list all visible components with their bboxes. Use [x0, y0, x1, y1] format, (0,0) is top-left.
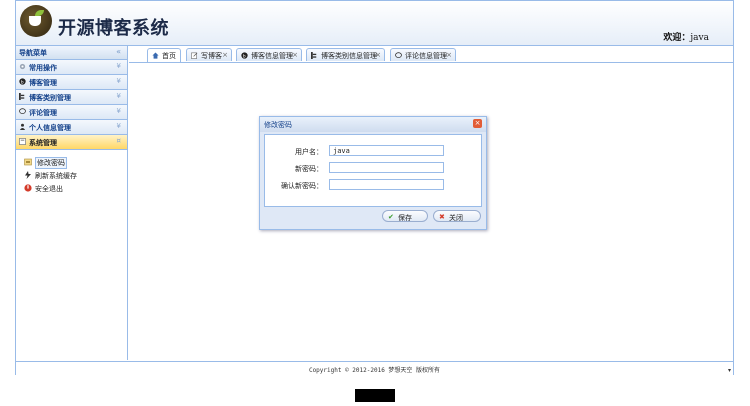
write-icon [191, 52, 198, 59]
sidebar-title: 导航菜单 [19, 49, 47, 57]
welcome-user: java [690, 33, 709, 43]
blog-icon: b [19, 78, 26, 85]
system-submenu: 修改密码 刷新系统缓存 安全退出 [16, 150, 127, 195]
refresh-icon [25, 171, 31, 179]
confirm-password-field[interactable] [329, 179, 444, 190]
sidebar-section-category[interactable]: 博客类别管理 ¥ [16, 90, 127, 105]
category-icon [19, 93, 25, 100]
sidebar-item-label: 刷新系统缓存 [35, 172, 77, 180]
sidebar-section-system[interactable]: 系统管理 ¤ [16, 135, 127, 150]
redaction-block [355, 389, 395, 402]
comment-icon [19, 108, 26, 114]
username-label: 用户名： [295, 148, 323, 156]
dialog-title: 修改密码 [264, 121, 292, 129]
tab-label: 评论信息管理 [405, 52, 447, 60]
logo-icon [20, 5, 52, 37]
confirm-password-label: 确认新密码： [281, 182, 323, 190]
sidebar-section-profile[interactable]: 个人信息管理 ¥ [16, 120, 127, 135]
user-icon [19, 123, 26, 130]
sidebar-item-logout[interactable]: 安全退出 [24, 182, 127, 195]
tab-label: 写博客 [201, 52, 222, 60]
cancel-icon: ✖ [439, 213, 445, 221]
footer: Copyright © 2012-2016 梦想天空 版权所有 ▾ [16, 361, 733, 376]
new-password-label: 新密码： [295, 165, 323, 173]
sidebar-section-label: 博客管理 [29, 79, 57, 87]
new-password-field[interactable] [329, 162, 444, 173]
blog-icon: b [241, 52, 248, 59]
sidebar-item-label: 修改密码 [35, 157, 67, 169]
check-icon: ✔ [388, 213, 394, 221]
category-icon [311, 52, 317, 59]
sidebar-section-blog[interactable]: b 博客管理 ¥ [16, 75, 127, 90]
dialog-header: 修改密码 × [260, 117, 486, 132]
sidebar-section-common[interactable]: 常用操作 ¥ [16, 60, 127, 75]
sidebar-item-refresh-cache[interactable]: 刷新系统缓存 [24, 169, 127, 182]
gear-icon [19, 63, 26, 70]
tab-home[interactable]: 首页 [147, 48, 181, 62]
close-icon[interactable]: × [292, 51, 298, 59]
dialog-form: 用户名： java 新密码： 确认新密码： [264, 134, 482, 207]
tab-write-blog[interactable]: 写博客 × [186, 48, 232, 61]
exit-icon [24, 184, 32, 192]
new-password-row: 新密码： [265, 162, 481, 174]
collapse-left-icon[interactable]: « [116, 47, 121, 56]
sidebar-section-label: 个人信息管理 [29, 124, 71, 132]
chevron-up-icon[interactable]: ¤ [117, 137, 121, 145]
svg-text:b: b [243, 53, 246, 59]
scroll-down-icon[interactable]: ▾ [728, 367, 731, 374]
sidebar-section-label: 评论管理 [29, 109, 57, 117]
sidebar-section-label: 常用操作 [29, 64, 57, 72]
sidebar-section-comment[interactable]: 评论管理 ¥ [16, 105, 127, 120]
tab-label: 首页 [162, 52, 176, 60]
tab-strip: 首页 写博客 × b 博客信息管理 × 博客类别信息管理 × 评论信息管理 × [129, 46, 733, 63]
app-title: 开源博客系统 [58, 18, 169, 39]
password-icon [24, 158, 32, 166]
change-password-dialog: 修改密码 × 用户名： java 新密码： 确认新密码： ✔ 保存 ✖ 关闭 [259, 116, 487, 230]
svg-text:b: b [21, 79, 24, 85]
chevron-down-icon[interactable]: ¥ [117, 107, 121, 115]
copyright-text: Copyright © 2012-2016 梦想天空 版权所有 [308, 367, 441, 374]
close-icon[interactable]: × [446, 51, 452, 59]
chevron-down-icon[interactable]: ¥ [117, 92, 121, 100]
tab-label: 博客类别信息管理 [321, 52, 377, 60]
close-button-label: 关闭 [449, 214, 463, 222]
sidebar-item-change-password[interactable]: 修改密码 [24, 156, 127, 169]
tab-label: 博客信息管理 [251, 52, 293, 60]
app-header: 开源博客系统 欢迎：java [16, 1, 733, 46]
tab-blog-category-info[interactable]: 博客类别信息管理 × [306, 48, 385, 61]
save-button[interactable]: ✔ 保存 [382, 210, 428, 222]
close-icon[interactable]: × [375, 51, 381, 59]
chevron-down-icon[interactable]: ¥ [117, 122, 121, 130]
chevron-down-icon[interactable]: ¥ [117, 77, 121, 85]
dialog-buttons: ✔ 保存 ✖ 关闭 [264, 208, 482, 226]
sidebar-section-label: 博客类别管理 [29, 94, 71, 102]
close-icon[interactable]: × [473, 119, 482, 128]
home-icon [152, 52, 159, 59]
tab-comment-info[interactable]: 评论信息管理 × [390, 48, 456, 61]
username-field[interactable]: java [329, 145, 444, 156]
save-button-label: 保存 [398, 214, 412, 222]
sidebar: 导航菜单 « 常用操作 ¥ b 博客管理 ¥ 博客类别管理 ¥ 评论管理 ¥ 个… [16, 46, 128, 360]
chevron-down-icon[interactable]: ¥ [117, 62, 121, 70]
comment-icon [395, 52, 402, 58]
tab-blog-info[interactable]: b 博客信息管理 × [236, 48, 302, 61]
sidebar-section-label: 系统管理 [29, 139, 57, 147]
sidebar-item-label: 安全退出 [35, 185, 63, 193]
username-row: 用户名： java [265, 145, 481, 157]
confirm-password-row: 确认新密码： [265, 179, 481, 191]
close-icon[interactable]: × [222, 51, 228, 59]
welcome-label: 欢迎： [663, 33, 691, 43]
system-icon [19, 138, 26, 145]
close-button[interactable]: ✖ 关闭 [433, 210, 481, 222]
sidebar-header: 导航菜单 « [16, 46, 127, 60]
welcome-text: 欢迎：java [663, 30, 709, 43]
